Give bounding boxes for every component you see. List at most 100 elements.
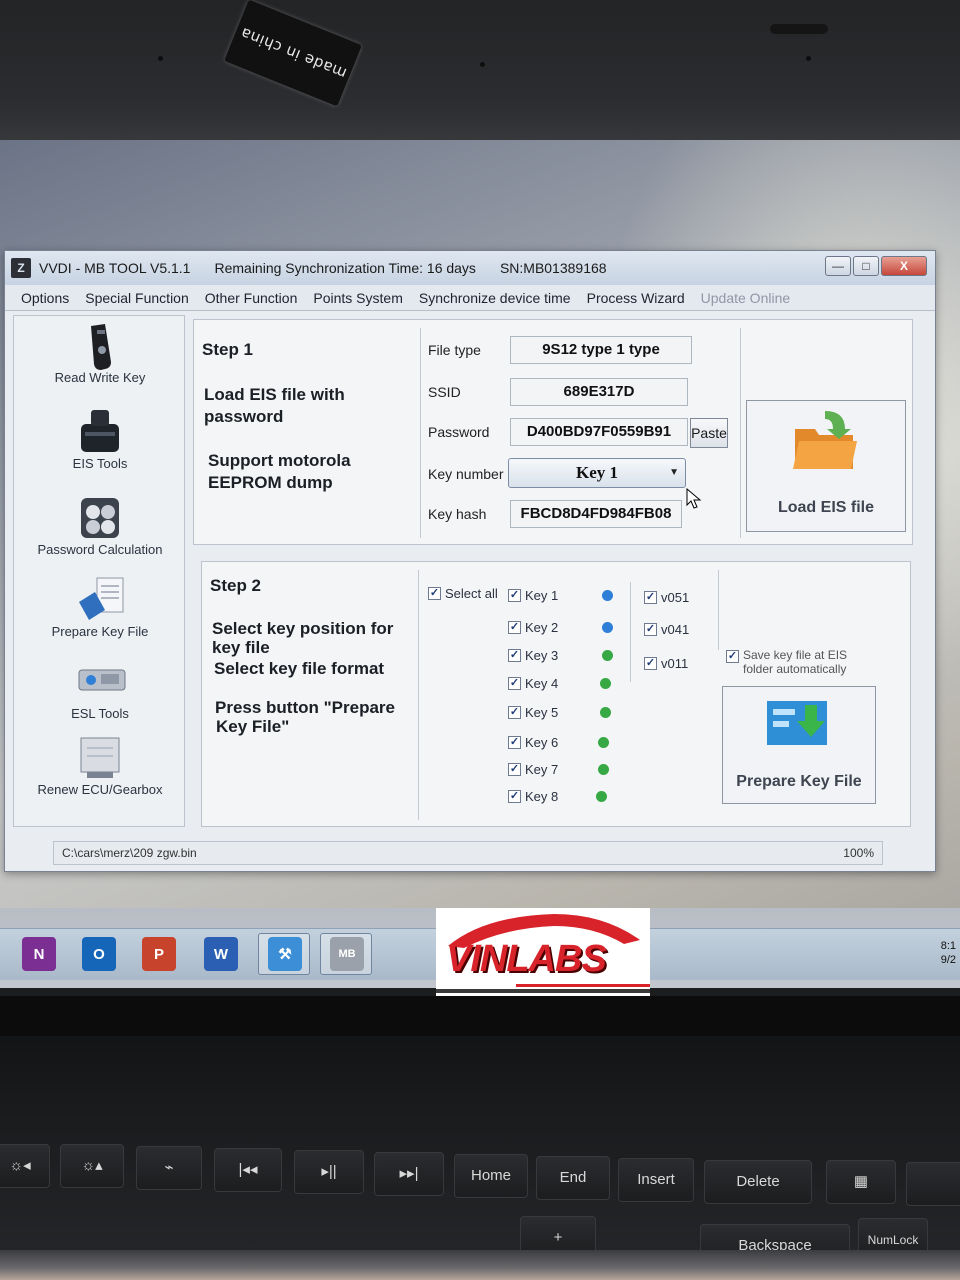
menu-options[interactable]: Options bbox=[13, 290, 77, 306]
system-tray-clock[interactable]: 8:1 9/2 bbox=[941, 939, 956, 967]
step1-panel: Step 1 Load EIS file with password Suppo… bbox=[193, 319, 913, 545]
menu-points-system[interactable]: Points System bbox=[305, 290, 410, 306]
format-v041-checkbox[interactable]: ✓ v041 bbox=[644, 622, 689, 637]
checkbox-check-icon: ✓ bbox=[508, 649, 521, 662]
key-brightness-down[interactable]: ☼◂ bbox=[0, 1144, 50, 1188]
file-type-field[interactable]: 9S12 type 1 type bbox=[510, 336, 692, 364]
key-end[interactable]: End bbox=[536, 1156, 610, 1200]
ssid-field[interactable]: 689E317D bbox=[510, 378, 688, 406]
progress-percent: 100% bbox=[843, 846, 874, 860]
step1-note: EEPROM dump bbox=[208, 473, 333, 492]
sidebar-item-label: Password Calculation bbox=[37, 542, 163, 557]
load-eis-file-button[interactable]: Load EIS file bbox=[746, 400, 906, 532]
laptop-keyboard: ☼◂ ☼▴ ⌁ |◂◂ ▸|| ▸▸| Home End Insert Dele… bbox=[0, 996, 960, 1280]
app-icon: Z bbox=[11, 258, 31, 278]
car-key-icon bbox=[75, 322, 125, 370]
laptop-screen: Z VVDI - MB TOOL V5.1.1 Remaining Synchr… bbox=[0, 140, 960, 988]
key-home[interactable]: Home bbox=[454, 1154, 528, 1198]
window-titlebar[interactable]: Z VVDI - MB TOOL V5.1.1 Remaining Synchr… bbox=[5, 251, 935, 285]
select-all-checkbox[interactable]: ✓ Select all bbox=[428, 586, 498, 601]
key-status-dot bbox=[602, 622, 613, 633]
vvdi-mb-tool-window: Z VVDI - MB TOOL V5.1.1 Remaining Synchr… bbox=[4, 250, 936, 872]
checkbox-check-icon: ✓ bbox=[644, 657, 657, 670]
format-v051-checkbox[interactable]: ✓ v051 bbox=[644, 590, 689, 605]
key-insert[interactable]: Insert bbox=[618, 1158, 694, 1202]
checkbox-check-icon: ✓ bbox=[508, 706, 521, 719]
taskbar-powerpoint[interactable]: P bbox=[142, 937, 176, 971]
vinlabs-logo: VINLABS bbox=[436, 908, 650, 996]
sync-time-text: Remaining Synchronization Time: 16 days bbox=[214, 260, 476, 276]
key-delete[interactable]: Delete bbox=[704, 1160, 812, 1204]
checkbox-check-icon: ✓ bbox=[508, 677, 521, 690]
sidebar-item-read-write-key[interactable]: Read Write Key bbox=[14, 322, 186, 385]
key-number-select[interactable]: Key 1 ▼ bbox=[508, 458, 686, 488]
key-8-checkbox[interactable]: ✓ Key 8 bbox=[508, 789, 558, 804]
save-at-eis-folder-checkbox[interactable]: ✓ Save key file at EIS folder automatica… bbox=[726, 648, 847, 676]
key-status-dot bbox=[596, 791, 607, 802]
close-button[interactable]: X bbox=[881, 256, 927, 276]
key-play-pause[interactable]: ▸|| bbox=[294, 1150, 364, 1194]
key-next-track[interactable]: ▸▸| bbox=[374, 1152, 444, 1196]
step2-description: key file bbox=[212, 638, 270, 657]
key-calculator[interactable]: ▦ bbox=[826, 1160, 896, 1204]
sidebar: Read Write Key EIS Tools Password Calcul… bbox=[13, 315, 185, 827]
taskbar-onenote[interactable]: N bbox=[22, 937, 56, 971]
ecu-module-icon bbox=[75, 734, 125, 778]
key-wireless[interactable]: ⌁ bbox=[136, 1146, 202, 1190]
sidebar-item-label: Prepare Key File bbox=[51, 624, 149, 639]
taskbar-vvdi-mb[interactable]: MB bbox=[330, 937, 364, 971]
sidebar-item-label: Read Write Key bbox=[54, 370, 146, 385]
menu-update-online[interactable]: Update Online bbox=[693, 290, 799, 306]
taskbar-outlook[interactable]: O bbox=[82, 937, 116, 971]
hand-foreground bbox=[0, 1250, 960, 1280]
key-status-dot bbox=[598, 764, 609, 775]
key-7-checkbox[interactable]: ✓ Key 7 bbox=[508, 762, 558, 777]
window-controls: — □ X bbox=[825, 256, 927, 276]
key-5-checkbox[interactable]: ✓ Key 5 bbox=[508, 705, 558, 720]
key-file-icon bbox=[75, 576, 125, 620]
key-status-dot bbox=[600, 678, 611, 689]
serial-number: SN:MB01389168 bbox=[499, 260, 607, 276]
key-2-checkbox[interactable]: ✓ Key 2 bbox=[508, 620, 558, 635]
key-status-dot bbox=[602, 590, 613, 601]
sidebar-item-label: EIS Tools bbox=[72, 456, 128, 471]
onenote-icon: N bbox=[33, 945, 45, 963]
key-brightness-up[interactable]: ☼▴ bbox=[60, 1144, 124, 1188]
menu-other-function[interactable]: Other Function bbox=[197, 290, 306, 306]
key-6-checkbox[interactable]: ✓ Key 6 bbox=[508, 735, 558, 750]
prepare-key-file-button[interactable]: Prepare Key File bbox=[722, 686, 876, 804]
menu-special-function[interactable]: Special Function bbox=[77, 290, 197, 306]
step2-description: Select key position for bbox=[212, 619, 394, 638]
menu-process-wizard[interactable]: Process Wizard bbox=[579, 290, 693, 306]
sidebar-item-renew-ecu-gearbox[interactable]: Renew ECU/Gearbox bbox=[14, 734, 186, 797]
maximize-button[interactable]: □ bbox=[853, 256, 879, 276]
menu-synchronize-device-time[interactable]: Synchronize device time bbox=[411, 290, 579, 306]
key-previous-track[interactable]: |◂◂ bbox=[214, 1148, 282, 1192]
password-field[interactable]: D400BD97F0559B91 bbox=[510, 418, 688, 446]
key-1-checkbox[interactable]: ✓ Key 1 bbox=[508, 588, 558, 603]
sidebar-item-esl-tools[interactable]: ESL Tools bbox=[14, 658, 186, 721]
key-hash-field[interactable]: FBCD8D4FD984FB08 bbox=[510, 500, 682, 528]
paste-button[interactable]: Paste bbox=[690, 418, 728, 448]
sidebar-item-password-calculation[interactable]: Password Calculation bbox=[14, 494, 186, 557]
step1-title: Step 1 bbox=[202, 340, 254, 359]
key-3-checkbox[interactable]: ✓ Key 3 bbox=[508, 648, 558, 663]
outlook-icon: O bbox=[93, 945, 105, 963]
key-blank[interactable] bbox=[906, 1162, 960, 1206]
window-title: VVDI - MB TOOL V5.1.1 bbox=[39, 260, 191, 276]
minimize-button[interactable]: — bbox=[825, 256, 851, 276]
key-file-export-icon bbox=[767, 701, 827, 745]
sidebar-item-prepare-key-file[interactable]: Prepare Key File bbox=[14, 576, 186, 639]
format-v011-checkbox[interactable]: ✓ v011 bbox=[644, 656, 688, 671]
sidebar-item-eis-tools[interactable]: EIS Tools bbox=[14, 408, 186, 471]
key-hash-label: Key hash bbox=[428, 506, 487, 522]
step2-instruction: Key File" bbox=[216, 717, 290, 736]
key-4-checkbox[interactable]: ✓ Key 4 bbox=[508, 676, 558, 691]
step1-note: Support motorola bbox=[208, 451, 351, 470]
file-type-label: File type bbox=[428, 342, 481, 358]
taskbar-vvdi-tool[interactable]: ⚒ bbox=[268, 937, 302, 971]
step1-description: Load EIS file with bbox=[204, 385, 345, 404]
taskbar-word[interactable]: W bbox=[204, 937, 238, 971]
folder-open-icon bbox=[793, 411, 857, 469]
bezel-screw bbox=[158, 56, 163, 61]
